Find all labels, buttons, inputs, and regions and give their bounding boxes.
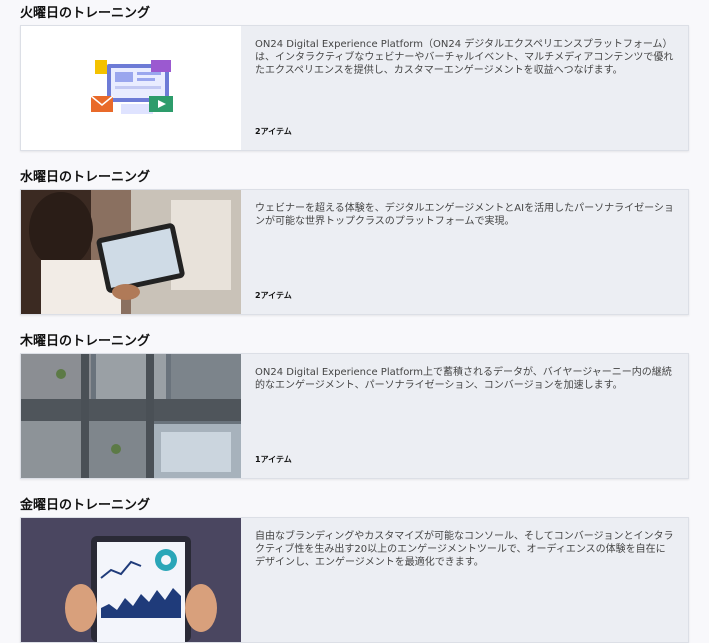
training-card[interactable]: 自由なブランディングやカスタマイズが可能なコンソール、そしてコンバージョンとイン…: [20, 517, 689, 643]
city-aerial-photo-thumbnail: [21, 354, 241, 478]
card-description: ON24 Digital Experience Platform上で蓄積されるデ…: [255, 367, 672, 391]
section-title: 木曜日のトレーニング: [20, 334, 151, 349]
section-title: 水曜日のトレーニング: [20, 170, 151, 185]
card-description: 自由なブランディングやカスタマイズが可能なコンソール、そしてコンバージョンとイン…: [255, 531, 674, 568]
card-description: ON24 Digital Experience Platform（ON24 デジ…: [255, 39, 674, 76]
tablet-photo-thumbnail: [21, 190, 241, 314]
marketing-illustration-thumbnail: [21, 26, 241, 150]
training-card[interactable]: ON24 Digital Experience Platform（ON24 デジ…: [20, 25, 689, 151]
section-title: 火曜日のトレーニング: [20, 6, 151, 21]
item-count: 2アイテム: [255, 291, 292, 300]
training-card[interactable]: ウェビナーを超える体験を、デジタルエンゲージメントとAIを活用したパーソナライゼ…: [20, 189, 689, 315]
item-count: 2アイテム: [255, 127, 292, 136]
training-card[interactable]: ON24 Digital Experience Platform上で蓄積されるデ…: [20, 353, 689, 479]
section-title: 金曜日のトレーニング: [20, 498, 151, 513]
item-count: 1アイテム: [255, 455, 292, 464]
tablet-charts-photo-thumbnail: [21, 518, 241, 642]
card-description: ウェビナーを超える体験を、デジタルエンゲージメントとAIを活用したパーソナライゼ…: [255, 203, 674, 227]
